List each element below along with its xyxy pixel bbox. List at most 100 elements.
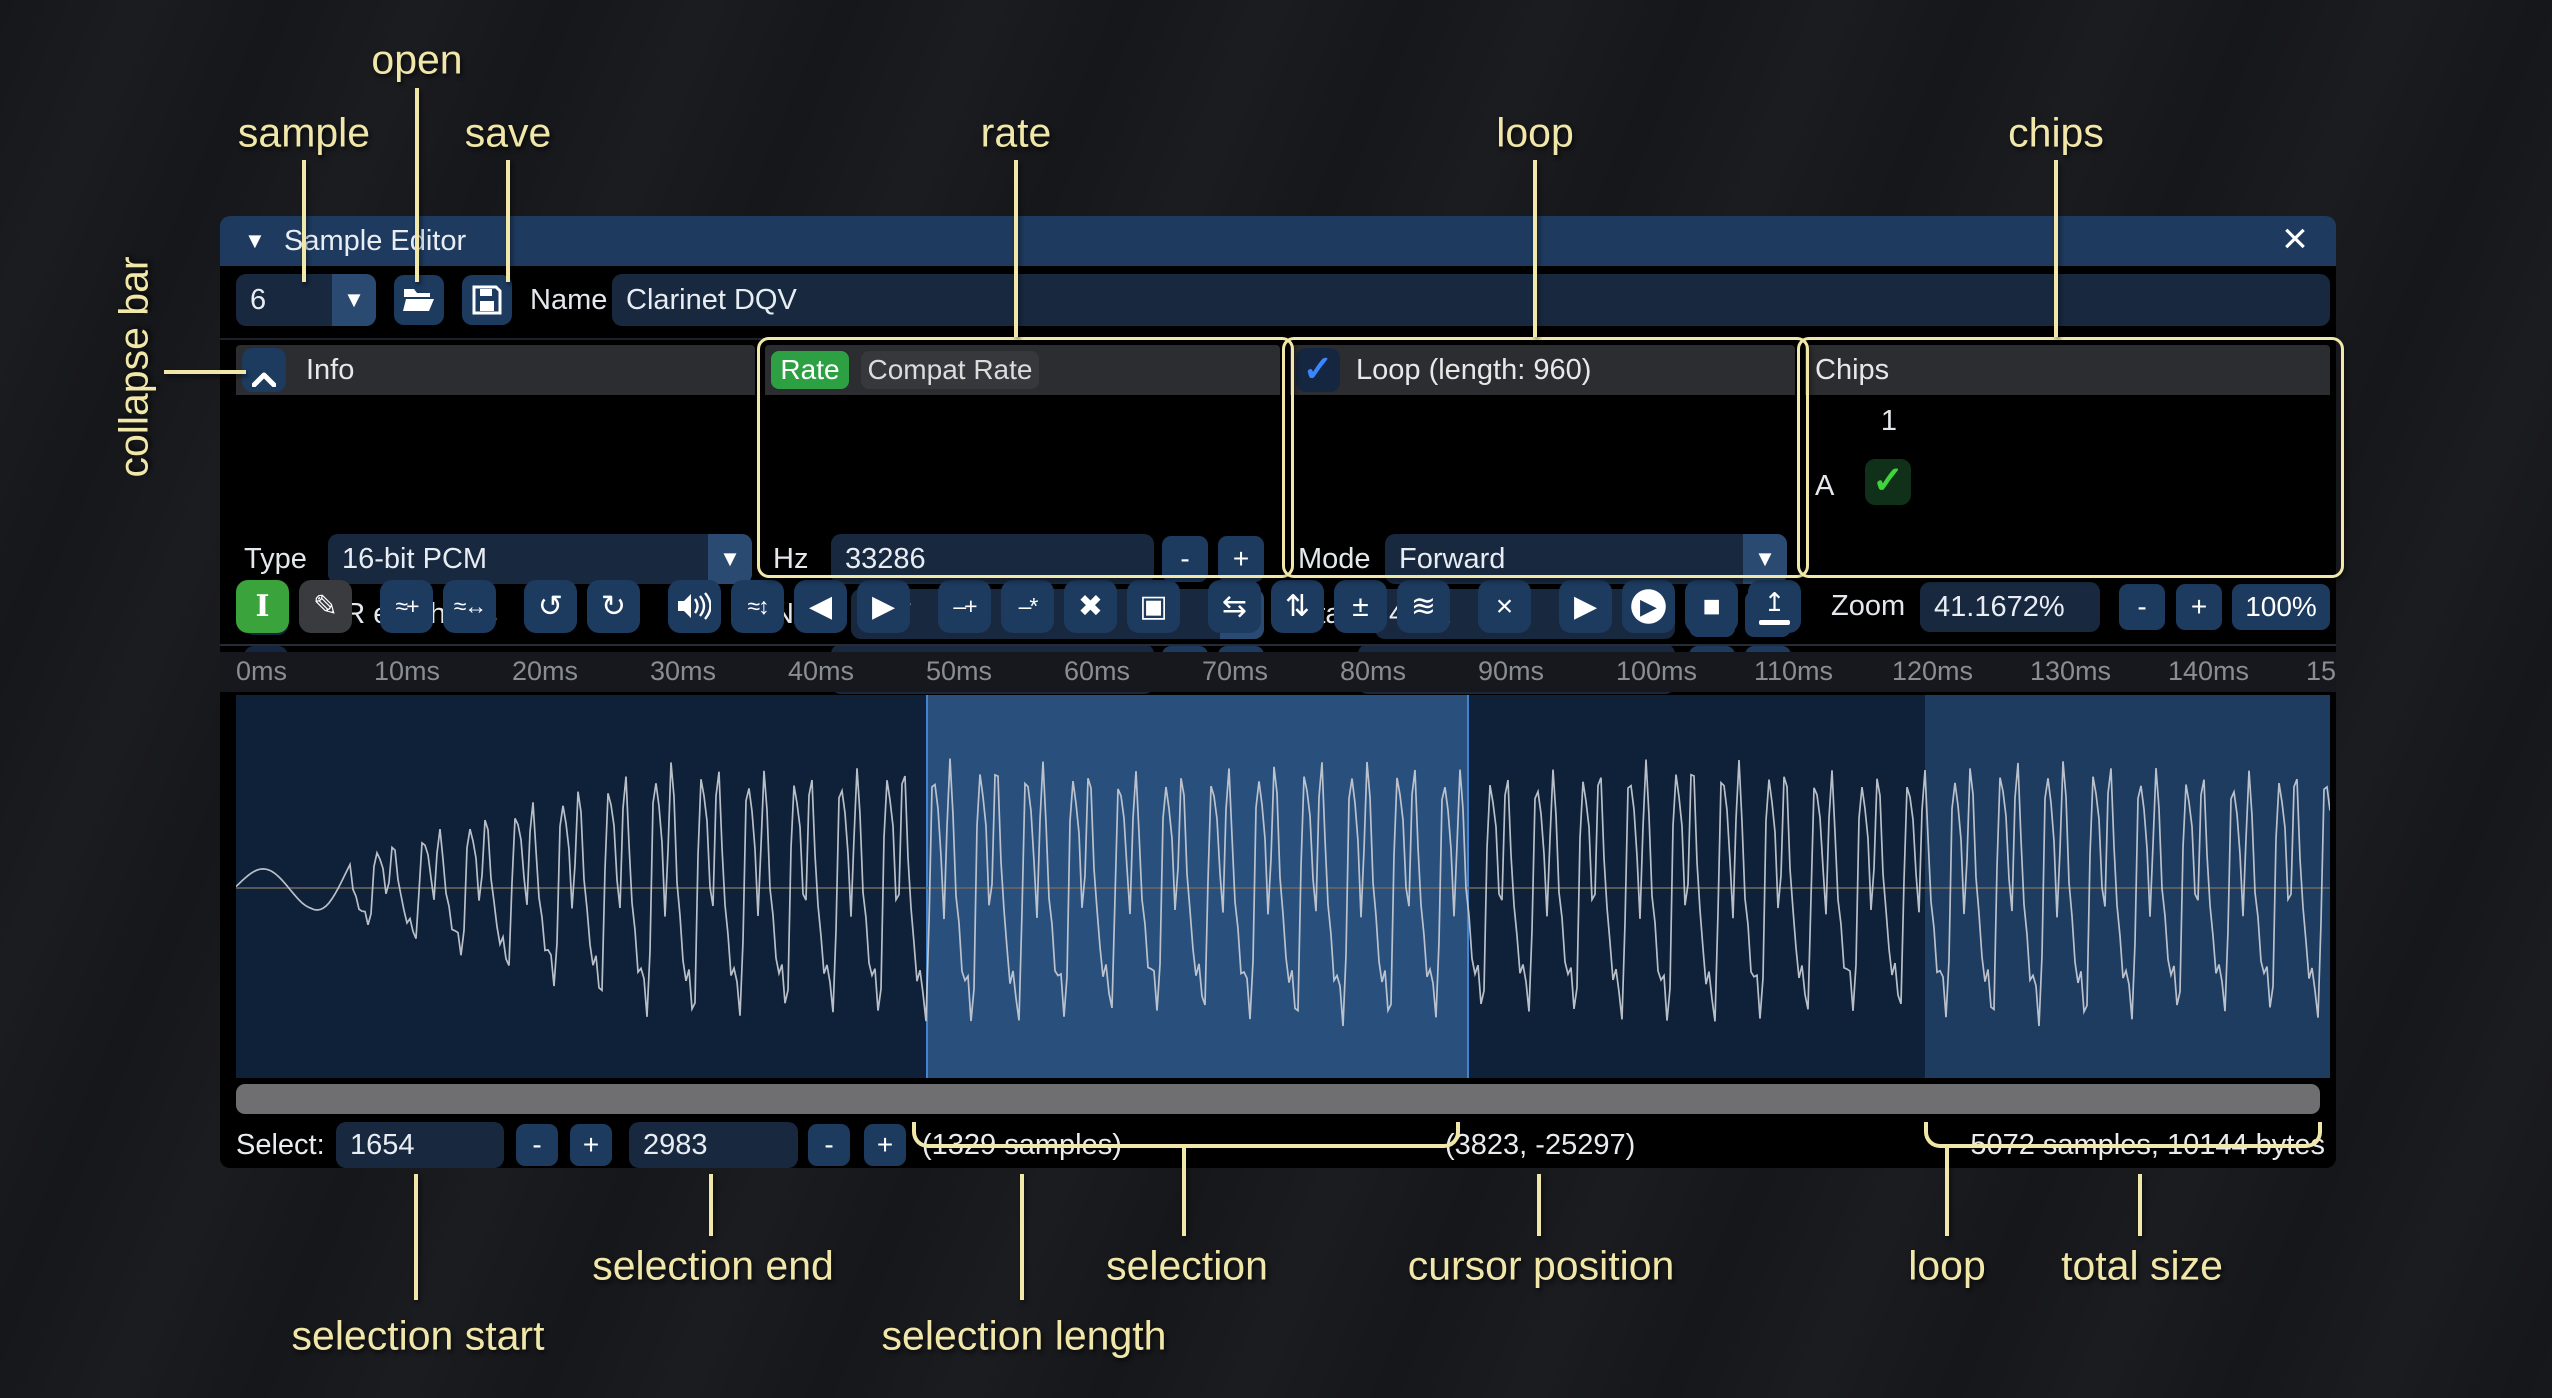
- annotation-line-selection: [1182, 1148, 1186, 1236]
- note-dropdown[interactable]: C-7 ▼: [851, 589, 1264, 639]
- open-sample-button[interactable]: [394, 275, 444, 325]
- annotation-line-sample: [302, 160, 306, 282]
- timeline-tick-label: 30ms: [650, 656, 716, 687]
- preview-icon[interactable]: ▶: [1559, 580, 1612, 633]
- annotation-selection-end: selection end: [592, 1243, 834, 1290]
- annotation-save: save: [465, 110, 552, 157]
- annotation-line-loop-bottom: [1945, 1148, 1949, 1236]
- annotation-cursor-position: cursor position: [1408, 1243, 1675, 1290]
- undo-icon[interactable]: ↺: [524, 580, 577, 633]
- export-icon[interactable]: ↥: [1748, 580, 1801, 633]
- annotation-line-chips: [2054, 160, 2058, 337]
- amplify-icon[interactable]: [668, 580, 721, 633]
- timeline-tick-label: 100ms: [1616, 656, 1697, 687]
- info-panel-title: Info: [306, 345, 354, 395]
- invert-icon[interactable]: ⇅: [1271, 580, 1324, 633]
- timeline-tick-label: 20ms: [512, 656, 578, 687]
- zoom-label: Zoom: [1831, 580, 1905, 633]
- annotation-selection-start: selection start: [292, 1313, 545, 1360]
- timeline-tick-label: 40ms: [788, 656, 854, 687]
- collapse-bar-button[interactable]: [242, 348, 286, 392]
- timeline-tick-label: 130ms: [2030, 656, 2111, 687]
- sign-invert-icon[interactable]: ±: [1334, 580, 1387, 633]
- selection-end-increase-button[interactable]: +: [864, 1124, 906, 1166]
- window-title: Sample Editor: [284, 216, 466, 266]
- timeline-tick-label: 60ms: [1064, 656, 1130, 687]
- annotation-line-loop-top: [1533, 160, 1537, 337]
- edit-mode-select-icon[interactable]: I: [236, 580, 289, 633]
- resize-icon[interactable]: ≈+: [380, 580, 433, 633]
- annotation-total-size: total size: [2061, 1243, 2223, 1290]
- annotation-line-selection-start: [414, 1174, 418, 1300]
- redo-icon[interactable]: ↻: [587, 580, 640, 633]
- sample-name-input[interactable]: Clarinet DQV: [612, 274, 2330, 326]
- sample-type-value: 16-bit PCM: [342, 534, 487, 584]
- waveform-trace: [236, 695, 2330, 1078]
- filter-icon[interactable]: ≋: [1397, 580, 1450, 633]
- normalize-icon[interactable]: ≈↕: [731, 580, 784, 633]
- name-label: Name: [530, 274, 607, 326]
- annotation-line-open: [415, 88, 419, 282]
- annotation-selection: selection: [1106, 1243, 1268, 1290]
- annotation-line-cursor-position: [1537, 1174, 1541, 1236]
- selection-start-input[interactable]: 1654: [336, 1122, 504, 1168]
- save-sample-button[interactable]: [462, 275, 512, 325]
- loop-annotation-box: [1282, 337, 1809, 578]
- annotation-line-collapse-bar: [164, 370, 246, 374]
- annotation-selection-length: selection length: [882, 1313, 1167, 1360]
- preview-cursor-icon[interactable]: ▶: [1622, 580, 1675, 633]
- timeline[interactable]: 0ms 10ms 20ms 30ms 40ms 50ms 60ms 70ms 80ms 90ms 1…: [220, 652, 2336, 692]
- delete-icon[interactable]: ✖: [1064, 580, 1117, 633]
- apply-silence-icon[interactable]: –*: [1001, 580, 1054, 633]
- zoom-reset-button[interactable]: 100%: [2232, 584, 2330, 630]
- insert-silence-icon[interactable]: –+: [938, 580, 991, 633]
- annotation-line-total-size: [2138, 1174, 2142, 1236]
- close-icon[interactable]: ×: [2272, 216, 2318, 262]
- selection-bracket: [912, 1122, 1460, 1148]
- chevron-down-icon[interactable]: ▼: [708, 534, 752, 584]
- fade-out-icon[interactable]: ▶: [857, 580, 910, 633]
- type-label: Type: [244, 534, 307, 584]
- timeline-tick-label: 150ms: [2306, 656, 2336, 687]
- annotation-line-selection-end: [709, 1174, 713, 1236]
- fade-in-icon[interactable]: ◀: [794, 580, 847, 633]
- selection-end-input[interactable]: 2983: [629, 1122, 798, 1168]
- timeline-tick-label: 80ms: [1340, 656, 1406, 687]
- select-label: Select:: [236, 1122, 325, 1168]
- trim-icon[interactable]: ▣: [1127, 580, 1180, 633]
- waveform-view[interactable]: [236, 695, 2330, 1078]
- cursor-position-text: (3823, -25297): [1445, 1122, 1635, 1168]
- annotation-line-selection-length: [1020, 1174, 1024, 1300]
- zoom-out-button[interactable]: -: [2119, 584, 2165, 630]
- reverse-icon[interactable]: ⇆: [1208, 580, 1261, 633]
- zoom-in-button[interactable]: +: [2176, 584, 2222, 630]
- timeline-tick-label: 10ms: [374, 656, 440, 687]
- sample-type-dropdown[interactable]: 16-bit PCM ▼: [328, 534, 752, 584]
- sample-select-dropdown[interactable]: 6 ▼: [236, 274, 376, 326]
- timeline-tick-label: 50ms: [926, 656, 992, 687]
- selection-start-decrease-button[interactable]: -: [516, 1124, 558, 1166]
- chips-annotation-box: [1797, 337, 2344, 578]
- selection-end-decrease-button[interactable]: -: [808, 1124, 850, 1166]
- timeline-tick-label: 120ms: [1892, 656, 1973, 687]
- zoom-input[interactable]: 41.1672%: [1920, 582, 2100, 632]
- window-collapse-icon[interactable]: ▼: [244, 216, 266, 266]
- annotation-line-save: [506, 160, 510, 282]
- info-panel: Info Type 16-bit PCM ▼ ✓ BRR emphasis no…: [236, 345, 755, 565]
- timeline-tick-label: 0ms: [236, 656, 287, 687]
- resample-icon[interactable]: ≈↔: [443, 580, 496, 633]
- annotation-line-rate: [1014, 160, 1018, 337]
- chevron-down-icon[interactable]: ▼: [332, 274, 376, 326]
- stop-preview-icon[interactable]: ■: [1685, 580, 1738, 633]
- sample-select-value: 6: [250, 274, 266, 326]
- edit-mode-draw-icon[interactable]: ✎: [299, 580, 352, 633]
- waveform-scrollbar[interactable]: [236, 1084, 2320, 1114]
- loop-bracket: [1924, 1122, 2322, 1148]
- timeline-tick-label: 90ms: [1478, 656, 1544, 687]
- timeline-tick-label: 70ms: [1202, 656, 1268, 687]
- crossfade-icon[interactable]: ×: [1478, 580, 1531, 633]
- titlebar[interactable]: ▼ Sample Editor ×: [220, 216, 2336, 266]
- chevron-up-icon: [252, 362, 276, 395]
- info-panel-header: Info: [236, 345, 755, 395]
- selection-start-increase-button[interactable]: +: [570, 1124, 612, 1166]
